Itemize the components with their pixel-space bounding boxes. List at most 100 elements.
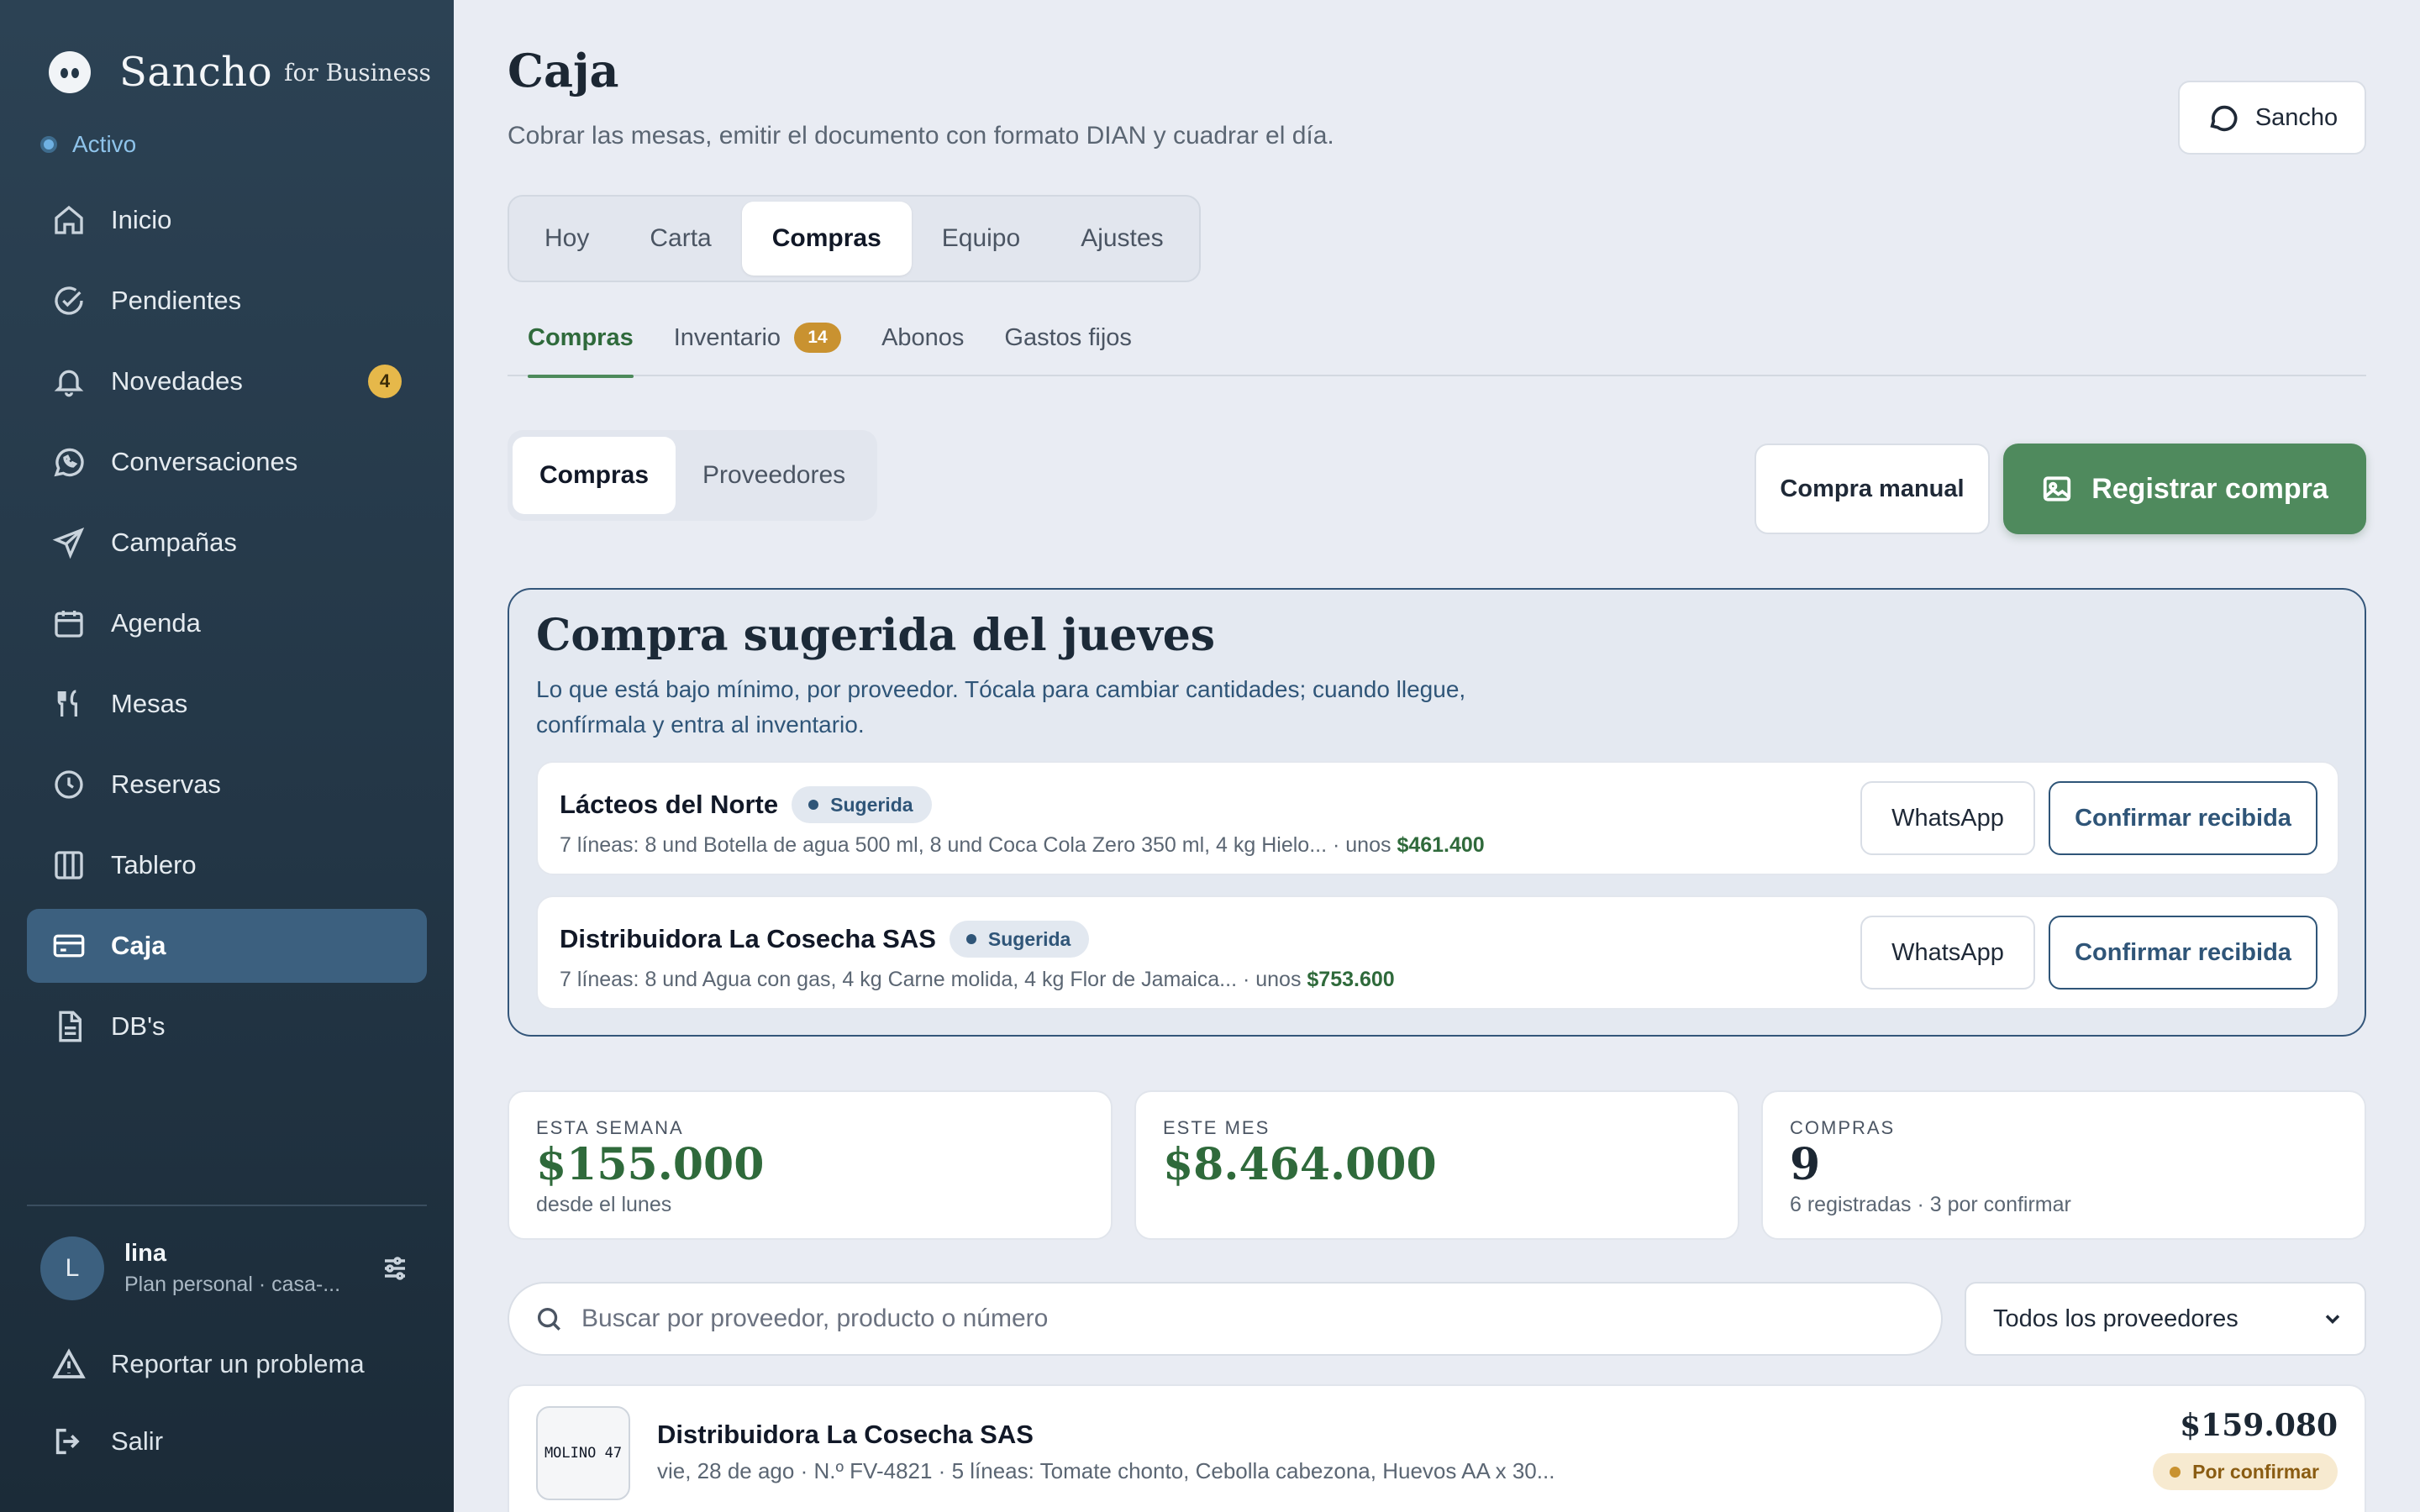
subtab-label: Compras [528, 324, 634, 351]
logout-label: Salir [111, 1426, 164, 1456]
send-icon [52, 526, 86, 559]
avatar: L [40, 1236, 104, 1300]
supplier-filter-select[interactable]: Todos los proveedores [1965, 1282, 2366, 1356]
order-amount: $461.400 [1397, 833, 1485, 857]
bell-icon [52, 365, 86, 398]
sidebar-divider [27, 1205, 427, 1206]
subtab-compras[interactable]: Compras [508, 312, 654, 378]
manual-purchase-button[interactable]: Compra manual [1754, 444, 1990, 534]
status-label: Activo [72, 131, 137, 157]
confirm-received-button[interactable]: Confirmar recibida [2049, 781, 2317, 855]
document-icon [52, 1010, 86, 1043]
status-indicator: Activo [40, 131, 136, 158]
warning-icon [52, 1348, 86, 1378]
stat-note: desde el lunes [536, 1193, 672, 1216]
brand[interactable]: Sancho for Business [49, 49, 431, 96]
inventory-count-badge: 14 [794, 323, 842, 353]
chat-bubble-icon [2210, 105, 2238, 132]
sidebar-item-agenda[interactable]: Agenda [27, 586, 427, 660]
subtab-label: Gastos fijos [1004, 324, 1132, 351]
stat-label: ESTE MES [1163, 1117, 1270, 1138]
status-badge: Sugerida [792, 786, 932, 823]
clock-icon [52, 768, 86, 801]
check-circle-icon [52, 284, 86, 318]
toggle-compras[interactable]: Compras [513, 437, 676, 514]
whatsapp-icon [52, 445, 86, 479]
tab-hoy[interactable]: Hoy [514, 202, 619, 276]
tab-compras[interactable]: Compras [741, 202, 912, 276]
main-content: Caja Cobrar las mesas, emitir el documen… [454, 0, 2420, 1512]
notification-badge: 4 [368, 365, 402, 398]
confirm-received-button[interactable]: Confirmar recibida [2049, 916, 2317, 990]
sidebar-item-label: Tablero [111, 850, 197, 879]
sidebar-item-novedades[interactable]: Novedades 4 [27, 344, 427, 418]
stat-value: 9 [1790, 1139, 1821, 1190]
brand-name: Sancho [119, 49, 273, 96]
suggested-description: Lo que está bajo mínimo, por proveedor. … [536, 676, 1466, 738]
sidebar-item-label: Inicio [111, 205, 172, 234]
search-icon [537, 1307, 560, 1331]
sidebar-item-caja[interactable]: Caja [27, 909, 427, 983]
supplier-filter-value: Todos los proveedores [1993, 1305, 2238, 1332]
logout-link[interactable]: Salir [52, 1425, 163, 1458]
page-title: Caja [508, 44, 619, 97]
sidebar-item-mesas[interactable]: Mesas [27, 667, 427, 741]
order-lines-text: 7 líneas: 8 und Agua con gas, 4 kg Carne… [560, 968, 1307, 991]
sidebar-item-conversaciones[interactable]: Conversaciones [27, 425, 427, 499]
report-problem-label: Reportar un problema [111, 1349, 365, 1378]
sidebar-item-reservas[interactable]: Reservas [27, 748, 427, 822]
sidebar-item-label: Campañas [111, 528, 237, 557]
stat-value: $155.000 [536, 1139, 765, 1190]
columns-icon [52, 848, 86, 882]
suggested-purchase-panel: Compra sugerida del jueves Lo que está b… [508, 588, 2366, 1037]
subtab-label: Inventario [673, 324, 781, 351]
register-purchase-button[interactable]: Registrar compra [2003, 444, 2366, 534]
utensils-icon [52, 687, 86, 721]
stat-label: ESTA SEMANA [536, 1117, 684, 1138]
subtab-label: Abonos [881, 324, 965, 351]
tab-ajustes[interactable]: Ajustes [1050, 202, 1193, 276]
sancho-assistant-button[interactable]: Sancho [2178, 81, 2366, 155]
brand-suffix: for Business [284, 58, 431, 87]
sidebar-item-tablero[interactable]: Tablero [27, 828, 427, 902]
page-subtitle: Cobrar las mesas, emitir el documento co… [508, 122, 1334, 150]
tab-carta[interactable]: Carta [619, 202, 741, 276]
whatsapp-button[interactable]: WhatsApp [1860, 781, 2035, 855]
sidebar-nav: Inicio Pendientes Novedades 4 Conversaci… [27, 183, 427, 1070]
register-purchase-label: Registrar compra [2091, 472, 2328, 505]
status-dot-icon [40, 136, 57, 153]
user-profile[interactable]: L lina Plan personal · casa-... [40, 1236, 410, 1300]
stat-card-week: ESTA SEMANA $155.000 desde el lunes [508, 1090, 1113, 1240]
purchase-row[interactable]: MOLINO 47 Distribuidora La Cosecha SAS v… [508, 1384, 2366, 1512]
suggested-order-card[interactable]: Distribuidora La Cosecha SAS Sugerida 7 … [536, 895, 2339, 1010]
whatsapp-button[interactable]: WhatsApp [1860, 916, 2035, 990]
suggested-order-card[interactable]: Lácteos del Norte Sugerida 7 líneas: 8 u… [536, 761, 2339, 875]
search-input[interactable]: Buscar por proveedor, producto o número [508, 1282, 1943, 1356]
sidebar-item-inicio[interactable]: Inicio [27, 183, 427, 257]
supplier-logo: MOLINO 47 [536, 1406, 630, 1500]
supplier-name: Lácteos del Norte [560, 790, 779, 819]
report-problem-link[interactable]: Reportar un problema [52, 1347, 365, 1381]
image-icon [2044, 476, 2071, 501]
subtab-abonos[interactable]: Abonos [861, 312, 984, 376]
calendar-icon [52, 606, 86, 640]
stat-card-count: COMPRAS 9 6 registradas · 3 por confirma… [1761, 1090, 2366, 1240]
sidebar-item-pendientes[interactable]: Pendientes [27, 264, 427, 338]
sidebar-item-dbs[interactable]: DB's [27, 990, 427, 1063]
sliders-icon[interactable] [380, 1253, 410, 1288]
toggle-proveedores[interactable]: Proveedores [676, 437, 872, 514]
home-icon [52, 203, 86, 237]
tab-equipo[interactable]: Equipo [912, 202, 1050, 276]
order-lines-text: 7 líneas: 8 und Botella de agua 500 ml, … [560, 833, 1397, 857]
supplier-name: Distribuidora La Cosecha SAS [560, 924, 936, 953]
sancho-logo-icon [49, 51, 91, 93]
subtab-inventario[interactable]: Inventario 14 [654, 312, 861, 376]
sub-tabs: Compras Inventario 14 Abonos Gastos fijo… [508, 312, 2366, 378]
user-plan: Plan personal · casa-... [124, 1273, 341, 1296]
purchase-amount: $159.080 [2180, 1408, 2338, 1443]
user-name: lina [124, 1240, 166, 1267]
sidebar-item-campanas[interactable]: Campañas [27, 506, 427, 580]
sidebar-item-label: Conversaciones [111, 447, 298, 476]
subtab-gastos-fijos[interactable]: Gastos fijos [984, 312, 1152, 376]
stat-label: COMPRAS [1790, 1117, 1896, 1138]
